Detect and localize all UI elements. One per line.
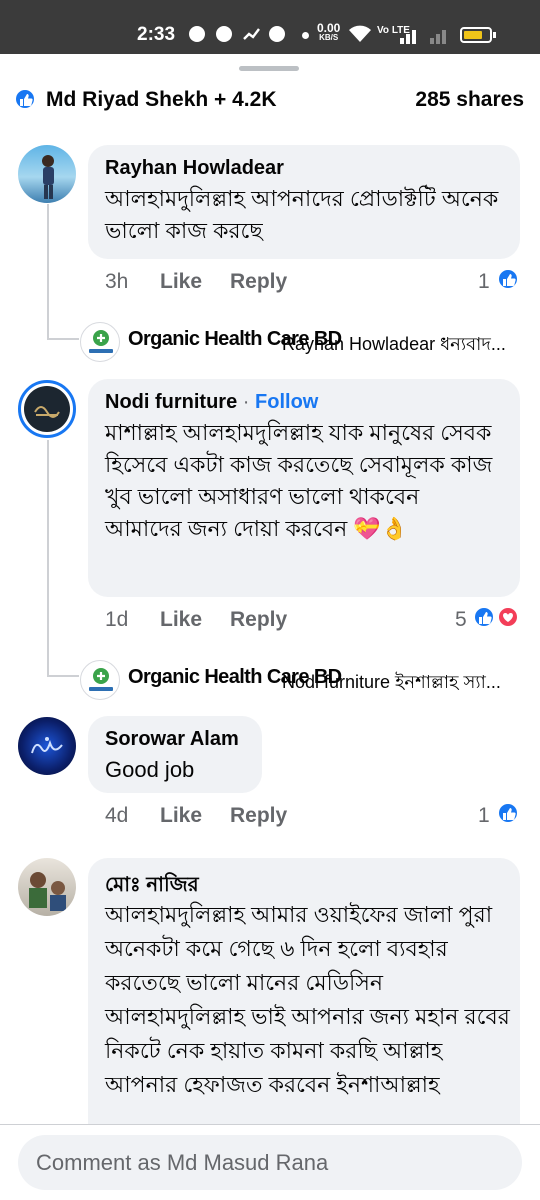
comment-author[interactable]: Sorowar Alam <box>105 728 239 751</box>
love-icon <box>497 606 519 628</box>
reply-button[interactable]: Reply <box>230 270 287 294</box>
reactors-label[interactable]: Md Riyad Shekh + 4.2K <box>46 88 277 112</box>
like-button[interactable]: Like <box>160 270 202 294</box>
comment-actions: 3h Like Reply <box>105 270 405 298</box>
comment-author[interactable]: Nodi furniture <box>105 391 237 413</box>
reaction-count[interactable]: 1 <box>478 270 490 294</box>
like-icon <box>473 606 495 628</box>
comment-actions: 1d Like Reply <box>105 608 405 636</box>
comment-actions: 4d Like Reply <box>105 804 405 832</box>
like-button[interactable]: Like <box>160 804 202 828</box>
reactions-summary[interactable]: Md Riyad Shekh + 4.2K 285 shares <box>14 86 524 114</box>
avatar[interactable] <box>18 145 76 203</box>
facebook-icon <box>189 26 205 42</box>
comment-bubble[interactable]: Sorowar Alam Good job <box>88 716 262 793</box>
comment-bubble[interactable]: Nodi furniture · Follow মাশাল্লাহ আলহামদ… <box>88 379 520 597</box>
like-button[interactable]: Like <box>160 608 202 632</box>
like-icon <box>14 88 36 110</box>
reaction-count[interactable]: 1 <box>478 804 490 828</box>
like-icon <box>497 802 519 824</box>
net-speed-value: 0.00 <box>317 21 341 35</box>
page-avatar <box>80 322 120 362</box>
comment-box[interactable] <box>18 1135 522 1190</box>
thread-line <box>47 204 49 340</box>
missed-call-icon <box>242 25 262 48</box>
like-icon <box>497 268 519 290</box>
battery-level <box>464 31 482 39</box>
shares-count[interactable]: 285 shares <box>415 88 524 112</box>
messenger-icon <box>216 26 232 42</box>
avatar[interactable] <box>18 717 76 775</box>
net-speed: 0.00 KB/S <box>317 21 341 43</box>
reply-preview[interactable]: Organic Health Care BD Rayhan Howladear … <box>80 322 530 362</box>
sheet-drag-handle[interactable] <box>239 66 299 71</box>
signal-icon <box>400 26 450 49</box>
comment-composer <box>0 1124 540 1200</box>
comment-text: Good job <box>105 757 195 782</box>
net-speed-unit: KB/S <box>319 33 339 42</box>
separator: · <box>242 391 250 413</box>
avatar[interactable] <box>18 380 76 438</box>
comment-time: 4d <box>105 804 129 827</box>
comment-bubble[interactable]: Rayhan Howladear আলহামদুলিল্লাহ আপনাদের … <box>88 145 520 259</box>
comment-text: মাশাল্লাহ আলহামদুলিল্লাহ যাক মানুষের সেব… <box>105 420 493 541</box>
comment-input[interactable] <box>36 1135 506 1190</box>
reply-snippet: Nodi furniture ইনশাল্লাহ স্যা... <box>282 672 501 692</box>
reaction-count[interactable]: 5 <box>455 608 467 632</box>
thread-line <box>47 440 49 676</box>
comment-author[interactable]: Rayhan Howladear <box>105 157 284 180</box>
comment-text: আলহামদুলিল্লাহ আমার ওয়াইফের জালা পুরা অ… <box>105 902 510 1097</box>
reply-button[interactable]: Reply <box>230 608 287 632</box>
page-avatar <box>80 660 120 700</box>
comment-bubble[interactable]: মোঃ নাজির আলহামদুলিল্লাহ আমার ওয়াইফের জ… <box>88 858 520 1158</box>
clock: 2:33 <box>137 24 176 45</box>
comment-text: আলহামদুলিল্লাহ আপনাদের প্রোডাক্টটি অনেক … <box>105 186 499 243</box>
chat-icon <box>269 26 285 42</box>
follow-button[interactable]: Follow <box>255 391 318 413</box>
wifi-icon <box>348 24 372 49</box>
thread-line-branch <box>47 675 79 677</box>
comment-author-line: Nodi furniture · Follow <box>105 391 318 414</box>
battery-icon <box>460 27 496 43</box>
reply-preview[interactable]: Organic Health Care BD Nodi furniture ইন… <box>80 660 530 700</box>
avatar[interactable] <box>18 858 76 916</box>
reply-button[interactable]: Reply <box>230 804 287 828</box>
status-bar: 2:33 0.00 KB/S Vo LTE <box>0 0 540 54</box>
notification-dot <box>302 32 309 39</box>
thread-line-branch <box>47 338 79 340</box>
comment-time: 3h <box>105 270 129 293</box>
reply-snippet: Rayhan Howladear ধন্যবাদ... <box>282 334 506 354</box>
comment-time: 1d <box>105 608 129 631</box>
